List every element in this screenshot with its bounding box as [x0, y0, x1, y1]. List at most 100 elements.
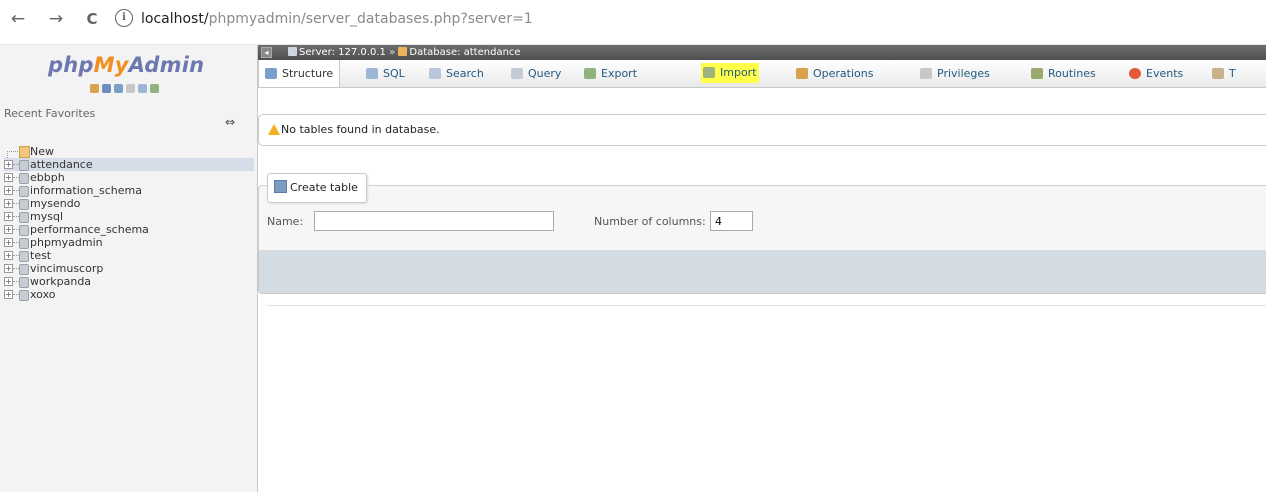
query-window-icon[interactable] — [114, 84, 123, 93]
tree-item-database[interactable]: + mysql — [4, 210, 254, 223]
tree-item-database[interactable]: + phpmyadmin — [4, 236, 254, 249]
tab-privileges[interactable]: Privileges — [920, 60, 990, 87]
database-icon — [398, 47, 408, 56]
database-name: ebbph — [30, 171, 65, 184]
tab-export[interactable]: Export — [584, 60, 637, 87]
expand-icon[interactable]: + — [4, 290, 13, 299]
tree-item-database[interactable]: + mysendo — [4, 197, 254, 210]
expand-icon[interactable]: + — [4, 212, 13, 221]
breadcrumb-server[interactable]: Server: 127.0.0.1 — [299, 47, 386, 58]
query-icon — [511, 68, 523, 79]
address-bar[interactable]: localhost/phpmyadmin/server_databases.ph… — [141, 10, 533, 28]
expand-icon[interactable]: + — [4, 199, 13, 208]
breadcrumb-database[interactable]: Database: attendance — [409, 47, 520, 58]
database-icon — [19, 212, 29, 223]
database-name: workpanda — [30, 275, 92, 288]
structure-icon — [265, 68, 277, 79]
search-icon — [429, 68, 441, 79]
tab-operations[interactable]: Operations — [796, 60, 873, 87]
tree-item-new[interactable]: New — [4, 145, 254, 158]
tab-label: Query — [528, 67, 562, 80]
notice-message: No tables found in database. — [258, 114, 1266, 146]
tab-search[interactable]: Search — [429, 60, 484, 87]
database-icon — [19, 199, 29, 210]
expand-icon[interactable]: + — [4, 277, 13, 286]
expand-icon[interactable]: + — [4, 225, 13, 234]
notice-text: No tables found in database. — [281, 123, 440, 136]
breadcrumb-links: Server: 127.0.0.1 » Database: attendance — [288, 45, 521, 60]
number-of-columns-input[interactable] — [710, 211, 753, 231]
name-label: Name: — [267, 215, 304, 228]
database-name: attendance — [30, 158, 93, 171]
tree-item-database[interactable]: + attendance — [4, 158, 254, 171]
tree-connector — [7, 151, 18, 152]
tab-label: Export — [601, 67, 638, 80]
tab-label: SQL — [383, 67, 405, 80]
link-with-main-icon[interactable]: ⇔ — [225, 116, 239, 128]
expand-icon[interactable]: + — [4, 264, 13, 273]
tree-item-database[interactable]: + vincimuscorp — [4, 262, 254, 275]
reload-icon[interactable]: C — [82, 9, 102, 29]
routines-icon — [1031, 68, 1043, 79]
new-database-icon — [19, 146, 30, 158]
create-table-icon — [274, 180, 287, 193]
collapse-nav-icon[interactable]: ◂ — [261, 47, 272, 58]
tree-item-database[interactable]: + information_schema — [4, 184, 254, 197]
sql-icon — [366, 68, 378, 79]
navigation-panel: phpMyAdmin Recent Favorites ⇔ New + atte… — [0, 45, 258, 492]
tree-item-database[interactable]: + xoxo — [4, 288, 254, 301]
docs-icon[interactable] — [126, 84, 135, 93]
tab-structure[interactable]: Structure — [258, 60, 341, 87]
url-host: localhost/ — [141, 11, 209, 27]
url-path: phpmyadmin/server_databases.php?server=1 — [208, 11, 533, 27]
form-footer — [258, 250, 1266, 294]
table-name-input[interactable] — [314, 211, 554, 231]
tab-label: Import — [720, 66, 757, 79]
reload-nav-icon[interactable] — [150, 84, 159, 93]
tab-routines[interactable]: Routines — [1031, 60, 1096, 87]
database-icon — [19, 225, 29, 236]
create-table-title: Create table — [290, 181, 358, 194]
expand-icon[interactable]: + — [4, 238, 13, 247]
recent-favorites-tabs[interactable]: Recent Favorites — [4, 107, 95, 120]
tree-item-database[interactable]: + performance_schema — [4, 223, 254, 236]
wrench-icon — [796, 68, 808, 79]
tab-import[interactable]: Import — [701, 63, 759, 83]
import-icon — [703, 67, 715, 78]
tree-item-database[interactable]: + ebbph — [4, 171, 254, 184]
tree-new-label: New — [30, 145, 54, 158]
phpmyadmin-logo[interactable]: phpMyAdmin — [48, 53, 204, 77]
browser-toolbar: ← → C i localhost/phpmyadmin/server_data… — [0, 0, 1266, 45]
database-name: mysendo — [30, 197, 81, 210]
database-icon — [19, 264, 29, 275]
tab-triggers[interactable]: T — [1212, 60, 1236, 87]
logout-icon[interactable] — [102, 84, 111, 93]
tree-item-database[interactable]: + test — [4, 249, 254, 262]
expand-icon[interactable]: + — [4, 186, 13, 195]
database-icon — [19, 251, 29, 262]
tab-bar: Structure SQL Search Query Export Import… — [258, 60, 1266, 88]
home-icon[interactable] — [90, 84, 99, 93]
database-tree: New + attendance + ebbph + information_s… — [4, 145, 254, 301]
info-icon[interactable]: i — [115, 9, 133, 27]
expand-icon[interactable]: + — [4, 251, 13, 260]
expand-icon[interactable]: + — [4, 160, 13, 169]
tab-sql[interactable]: SQL — [366, 60, 405, 87]
back-icon[interactable]: ← — [8, 9, 28, 29]
database-name: performance_schema — [30, 223, 149, 236]
tab-query[interactable]: Query — [511, 60, 561, 87]
database-name: information_schema — [30, 184, 142, 197]
tab-label: Search — [446, 67, 484, 80]
database-name: xoxo — [30, 288, 56, 301]
tree-item-database[interactable]: + workpanda — [4, 275, 254, 288]
tab-label: Privileges — [937, 67, 990, 80]
export-icon — [584, 68, 596, 79]
settings-icon[interactable] — [138, 84, 147, 93]
forward-icon[interactable]: → — [46, 9, 66, 29]
expand-icon[interactable]: + — [4, 173, 13, 182]
tab-label: Operations — [813, 67, 874, 80]
privileges-icon — [920, 68, 932, 79]
logo-admin: Admin — [128, 53, 205, 77]
tab-events[interactable]: Events — [1129, 60, 1183, 87]
clock-icon — [1129, 68, 1141, 79]
